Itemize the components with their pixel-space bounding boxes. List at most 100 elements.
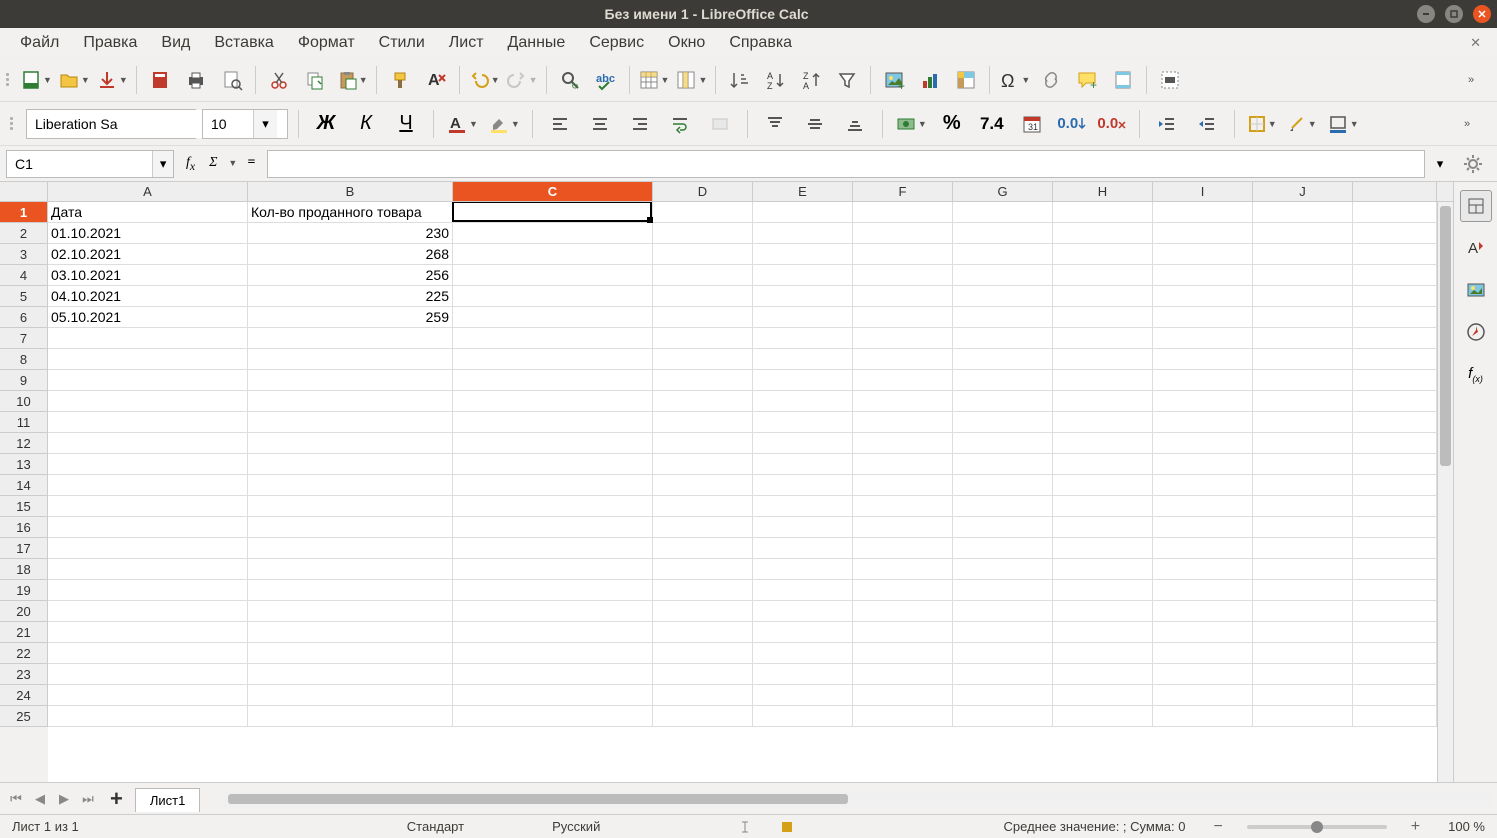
cell-H8[interactable] <box>1053 349 1153 370</box>
formula-input-wrap[interactable] <box>267 150 1425 178</box>
cell-F25[interactable] <box>853 706 953 727</box>
cell-I15[interactable] <box>1153 496 1253 517</box>
cell-E17[interactable] <box>753 538 853 559</box>
cell-J15[interactable] <box>1253 496 1353 517</box>
cell-D20[interactable] <box>653 601 753 622</box>
print-button[interactable] <box>179 63 213 97</box>
zoom-level[interactable]: 100 % <box>1444 819 1489 834</box>
font-size-input[interactable] <box>203 110 253 138</box>
currency-button[interactable]: ▼ <box>893 107 929 141</box>
row-header-2[interactable]: 2 <box>0 223 48 244</box>
cell-C2[interactable] <box>453 223 653 244</box>
cell-B17[interactable] <box>248 538 453 559</box>
sidebar-styles-button[interactable]: A <box>1460 232 1492 264</box>
cell-C7[interactable] <box>453 328 653 349</box>
row-header-25[interactable]: 25 <box>0 706 48 727</box>
comment-button[interactable]: + <box>1070 63 1104 97</box>
cell-I6[interactable] <box>1153 307 1253 328</box>
cell-A8[interactable] <box>48 349 248 370</box>
insert-chart-button[interactable] <box>913 63 947 97</box>
cell-I25[interactable] <box>1153 706 1253 727</box>
cell-B8[interactable] <box>248 349 453 370</box>
cell-B7[interactable] <box>248 328 453 349</box>
row-header-17[interactable]: 17 <box>0 538 48 559</box>
cell-C4[interactable] <box>453 265 653 286</box>
cell-J17[interactable] <box>1253 538 1353 559</box>
cell-H19[interactable] <box>1053 580 1153 601</box>
cell-B6[interactable]: 259 <box>248 307 453 328</box>
cell-J4[interactable] <box>1253 265 1353 286</box>
sidebar-functions-button[interactable]: f(x) <box>1460 358 1492 390</box>
number-button[interactable]: 7.4 <box>975 107 1009 141</box>
cell-H10[interactable] <box>1053 391 1153 412</box>
cell-A23[interactable] <box>48 664 248 685</box>
cell-D5[interactable] <box>653 286 753 307</box>
spellcheck-button[interactable]: abc <box>589 63 623 97</box>
cell-A10[interactable] <box>48 391 248 412</box>
toolbar-grip[interactable] <box>6 73 12 86</box>
cell-G8[interactable] <box>953 349 1053 370</box>
cell-J5[interactable] <box>1253 286 1353 307</box>
row-header-14[interactable]: 14 <box>0 475 48 496</box>
cell-C9[interactable] <box>453 370 653 391</box>
zoom-out-button[interactable]: − <box>1209 818 1226 836</box>
sidebar-settings-button[interactable] <box>1456 147 1490 181</box>
cell-F7[interactable] <box>853 328 953 349</box>
cell-E4[interactable] <box>753 265 853 286</box>
cell-G12[interactable] <box>953 433 1053 454</box>
cell-G22[interactable] <box>953 643 1053 664</box>
row-header-1[interactable]: 1 <box>0 202 48 223</box>
cell-A21[interactable] <box>48 622 248 643</box>
sidebar-navigator-button[interactable] <box>1460 316 1492 348</box>
print-area-button[interactable] <box>1153 63 1187 97</box>
cell-C10[interactable] <box>453 391 653 412</box>
column-header-C[interactable]: C <box>453 182 653 202</box>
cell-D19[interactable] <box>653 580 753 601</box>
cell-F17[interactable] <box>853 538 953 559</box>
cell-E22[interactable] <box>753 643 853 664</box>
menu-edit[interactable]: Правка <box>71 30 149 56</box>
cell-J13[interactable] <box>1253 454 1353 475</box>
insert-pivot-button[interactable] <box>949 63 983 97</box>
vscroll-thumb[interactable] <box>1440 206 1451 466</box>
column-header-D[interactable]: D <box>653 182 753 202</box>
column-header-J[interactable]: J <box>1253 182 1353 202</box>
menu-insert[interactable]: Вставка <box>202 30 285 56</box>
cell-D23[interactable] <box>653 664 753 685</box>
cell-C21[interactable] <box>453 622 653 643</box>
sort-za-button[interactable]: ZA <box>794 63 828 97</box>
cell-J7[interactable] <box>1253 328 1353 349</box>
cell-B5[interactable]: 225 <box>248 286 453 307</box>
cell-H7[interactable] <box>1053 328 1153 349</box>
cell-G9[interactable] <box>953 370 1053 391</box>
font-color-button[interactable]: A▼ <box>444 107 480 141</box>
cell-A5[interactable]: 04.10.2021 <box>48 286 248 307</box>
menu-help[interactable]: Справка <box>717 30 804 56</box>
cell-G2[interactable] <box>953 223 1053 244</box>
cell-F9[interactable] <box>853 370 953 391</box>
row-header-24[interactable]: 24 <box>0 685 48 706</box>
select-all-corner[interactable] <box>0 182 48 202</box>
cell-F15[interactable] <box>853 496 953 517</box>
cell-G19[interactable] <box>953 580 1053 601</box>
cell-G18[interactable] <box>953 559 1053 580</box>
sheet-tab-1[interactable]: Лист1 <box>135 788 200 812</box>
cell-B12[interactable] <box>248 433 453 454</box>
border-style-button[interactable]: ▼ <box>1285 107 1319 141</box>
cell-G21[interactable] <box>953 622 1053 643</box>
cell-J19[interactable] <box>1253 580 1353 601</box>
cell-F18[interactable] <box>853 559 953 580</box>
row-header-10[interactable]: 10 <box>0 391 48 412</box>
cell-H3[interactable] <box>1053 244 1153 265</box>
cell-H14[interactable] <box>1053 475 1153 496</box>
new-button[interactable]: ▼ <box>18 63 54 97</box>
cell-C1[interactable] <box>453 202 653 223</box>
cell-D18[interactable] <box>653 559 753 580</box>
cell-G20[interactable] <box>953 601 1053 622</box>
cell-E8[interactable] <box>753 349 853 370</box>
cell-A15[interactable] <box>48 496 248 517</box>
cell-H25[interactable] <box>1053 706 1153 727</box>
italic-button[interactable]: К <box>349 107 383 141</box>
cell-H22[interactable] <box>1053 643 1153 664</box>
cell-J3[interactable] <box>1253 244 1353 265</box>
